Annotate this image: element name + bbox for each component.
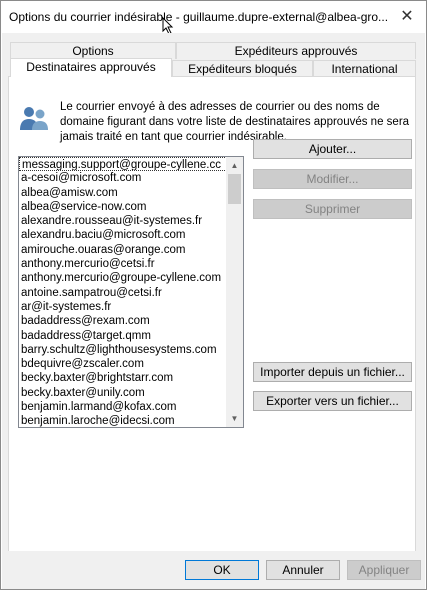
- modify-button[interactable]: Modifier...: [253, 169, 412, 189]
- list-item[interactable]: benjamin.larmand@kofax.com: [19, 400, 227, 414]
- add-button[interactable]: Ajouter...: [253, 139, 412, 159]
- scroll-down-icon[interactable]: ▼: [226, 410, 243, 427]
- list-item[interactable]: bdequivre@zscaler.com: [19, 357, 227, 371]
- list-item[interactable]: amirouche.ouaras@orange.com: [19, 243, 227, 257]
- tab-label: Expéditeurs bloqués: [188, 62, 297, 76]
- delete-button[interactable]: Supprimer: [253, 199, 412, 219]
- list-item[interactable]: albea@amisw.com: [19, 186, 227, 200]
- import-from-file-button[interactable]: Importer depuis un fichier...: [253, 362, 412, 382]
- list-item[interactable]: albea@service-now.com: [19, 200, 227, 214]
- list-scrollbar[interactable]: ▲ ▼: [226, 157, 243, 427]
- list-item[interactable]: badaddress@rexam.com: [19, 314, 227, 328]
- close-icon[interactable]: ✕: [392, 3, 422, 31]
- approved-recipients-list[interactable]: messaging.support@groupe-cyllene.cc a-ces…: [18, 156, 244, 428]
- tab-label: Expéditeurs approuvés: [234, 44, 358, 58]
- tab-label: Options: [72, 44, 114, 58]
- title-bar: Options du courrier indésirable - guilla…: [1, 1, 426, 35]
- list-items: messaging.support@groupe-cyllene.cc a-ces…: [19, 157, 227, 427]
- list-item[interactable]: becky.baxter@brightstarr.com: [19, 371, 227, 385]
- list-item[interactable]: alexandre.rousseau@it-systemes.fr: [19, 214, 227, 228]
- window-title: Options du courrier indésirable - guilla…: [9, 10, 389, 24]
- cancel-button[interactable]: Annuler: [266, 560, 340, 580]
- people-icon: [20, 107, 48, 130]
- scroll-thumb[interactable]: [228, 174, 241, 204]
- list-item[interactable]: a-cesoi@microsoft.com: [19, 171, 227, 185]
- list-item[interactable]: badaddress@target.qmm: [19, 329, 227, 343]
- list-item[interactable]: benjamin.laroche@idecsi.com: [19, 414, 227, 427]
- list-item[interactable]: barry.schultz@lighthousesystems.com: [19, 343, 227, 357]
- list-item[interactable]: anthony.mercurio@cetsi.fr: [19, 257, 227, 271]
- tab-label: Destinataires approuvés: [26, 60, 156, 74]
- list-item[interactable]: anthony.mercurio@groupe-cyllene.com: [19, 271, 227, 285]
- footer-bar: OK Annuler Appliquer: [2, 551, 425, 589]
- ok-button[interactable]: OK: [185, 560, 259, 580]
- tab-label: International: [331, 62, 398, 76]
- junk-email-options-dialog: Options du courrier indésirable - guilla…: [0, 0, 427, 590]
- tab-international[interactable]: International: [313, 60, 416, 77]
- tab-blocked-senders[interactable]: Expéditeurs bloqués: [172, 60, 313, 77]
- list-item[interactable]: messaging.support@groupe-cyllene.cc: [19, 157, 227, 172]
- approved-recipients-panel: Le courrier envoyé à des adresses de cou…: [8, 76, 416, 564]
- tab-approved-senders[interactable]: Expéditeurs approuvés: [176, 42, 416, 59]
- list-item[interactable]: antoine.sampatrou@cetsi.fr: [19, 286, 227, 300]
- scroll-up-icon[interactable]: ▲: [226, 157, 243, 174]
- list-item[interactable]: alexandru.baciu@microsoft.com: [19, 228, 227, 242]
- tab-approved-recipients[interactable]: Destinataires approuvés: [10, 58, 172, 77]
- tab-options[interactable]: Options: [10, 42, 176, 59]
- export-to-file-button[interactable]: Exporter vers un fichier...: [253, 391, 412, 411]
- list-item[interactable]: becky.baxter@unily.com: [19, 386, 227, 400]
- list-item[interactable]: ar@it-systemes.fr: [19, 300, 227, 314]
- apply-button[interactable]: Appliquer: [347, 560, 421, 580]
